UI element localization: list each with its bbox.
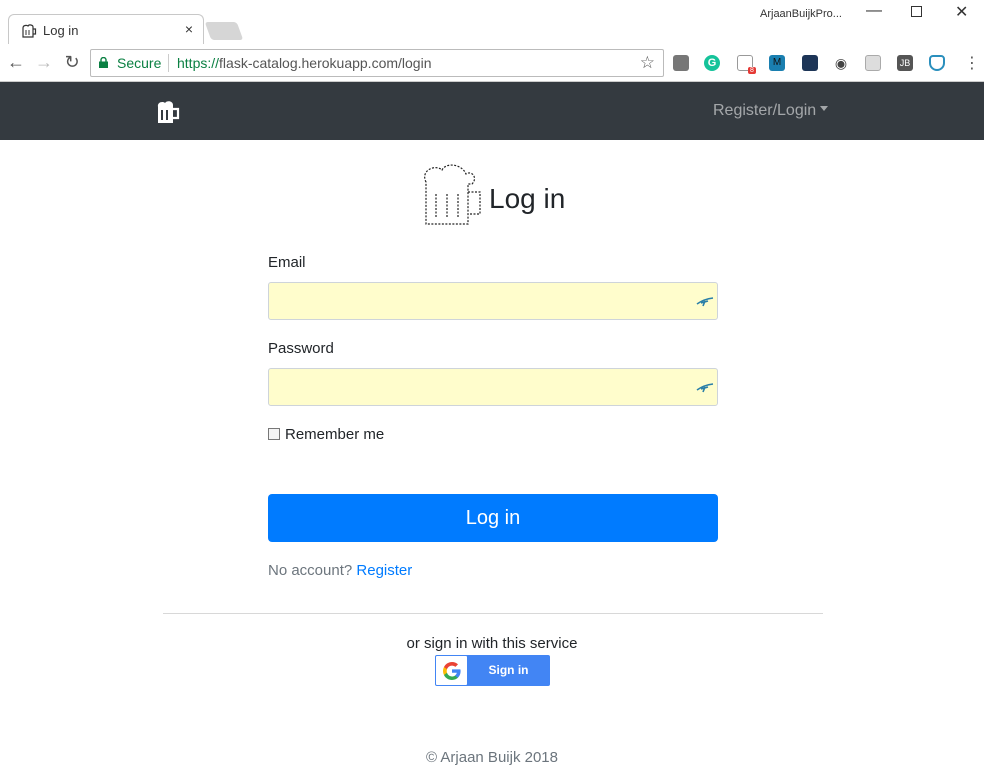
lock-icon bbox=[99, 57, 108, 68]
tab-close-icon[interactable]: × bbox=[185, 21, 193, 37]
google-signin-label: Sign in bbox=[488, 663, 529, 677]
footer-copyright: © Arjaan Buijk 2018 bbox=[426, 749, 558, 766]
no-account-label: No account? bbox=[268, 562, 353, 579]
beer-mug-icon bbox=[424, 164, 481, 225]
new-tab-button[interactable] bbox=[204, 22, 244, 40]
maximize-icon[interactable] bbox=[911, 6, 922, 17]
no-account-text: No account? Register bbox=[268, 562, 412, 579]
register-link[interactable]: Register bbox=[356, 562, 412, 579]
close-window-icon[interactable]: ✕ bbox=[955, 2, 968, 22]
bookmark-star-icon[interactable]: ☆ bbox=[640, 53, 655, 73]
site-navbar: Register/Login bbox=[0, 82, 984, 140]
extension-evernote-icon[interactable] bbox=[673, 55, 689, 71]
minimize-icon[interactable]: — bbox=[866, 2, 882, 20]
extension-cube-icon[interactable] bbox=[865, 55, 881, 71]
password-field[interactable] bbox=[268, 368, 718, 406]
google-logo-box bbox=[436, 656, 467, 685]
password-label: Password bbox=[268, 340, 334, 357]
register-login-dropdown[interactable]: Register/Login bbox=[713, 102, 829, 120]
alt-signin-text: or sign in with this service bbox=[406, 635, 578, 652]
browser-tab[interactable]: Log in × bbox=[8, 14, 204, 44]
extension-badge: 8 bbox=[748, 67, 756, 74]
url-text[interactable]: https://flask-catalog.herokuapp.com/logi… bbox=[177, 55, 432, 71]
google-signin-button[interactable]: Sign in bbox=[435, 655, 550, 686]
beer-mug-icon bbox=[22, 24, 37, 38]
omnibox-separator bbox=[168, 54, 169, 72]
profile-name[interactable]: ArjaanBuijkPro... bbox=[760, 8, 842, 20]
email-label: Email bbox=[268, 254, 306, 271]
password-manager-icon[interactable] bbox=[696, 295, 714, 307]
divider bbox=[163, 613, 823, 614]
address-bar[interactable]: Secure https://flask-catalog.herokuapp.c… bbox=[90, 49, 664, 77]
login-button[interactable]: Log in bbox=[268, 494, 718, 542]
password-manager-icon[interactable] bbox=[696, 381, 714, 393]
remember-me-label[interactable]: Remember me bbox=[285, 426, 384, 443]
google-g-icon bbox=[443, 662, 461, 680]
extension-eye-icon[interactable]: ◉ bbox=[833, 55, 849, 71]
reload-icon[interactable]: ↻ bbox=[62, 52, 82, 73]
caret-down-icon bbox=[820, 106, 829, 112]
forward-arrow-icon[interactable]: → bbox=[34, 52, 54, 73]
email-field[interactable] bbox=[268, 282, 718, 320]
url-scheme: https:// bbox=[177, 55, 220, 71]
back-arrow-icon[interactable]: ← bbox=[6, 52, 26, 73]
url-path: flask-catalog.herokuapp.com/login bbox=[219, 55, 432, 71]
beer-mug-icon[interactable] bbox=[155, 99, 181, 125]
extension-grammarly-icon[interactable]: G bbox=[704, 55, 720, 71]
extension-shield-icon[interactable] bbox=[929, 55, 945, 71]
browser-toolbar: ← → ↻ Secure https://flask-catalog.herok… bbox=[0, 44, 984, 82]
page-title: Log in bbox=[489, 183, 566, 214]
extension-u-icon[interactable] bbox=[802, 55, 818, 71]
remember-me-checkbox[interactable] bbox=[268, 428, 280, 440]
extension-jb-icon[interactable]: JB bbox=[897, 55, 913, 71]
secure-label: Secure bbox=[117, 55, 162, 71]
browser-menu-icon[interactable]: ⋮ bbox=[964, 53, 980, 73]
extension-m-icon[interactable]: M bbox=[769, 55, 785, 71]
tab-title: Log in bbox=[43, 23, 79, 38]
register-login-label: Register/Login bbox=[713, 102, 817, 119]
browser-titlebar: Log in × ArjaanBuijkPro... — ✕ bbox=[0, 0, 984, 44]
